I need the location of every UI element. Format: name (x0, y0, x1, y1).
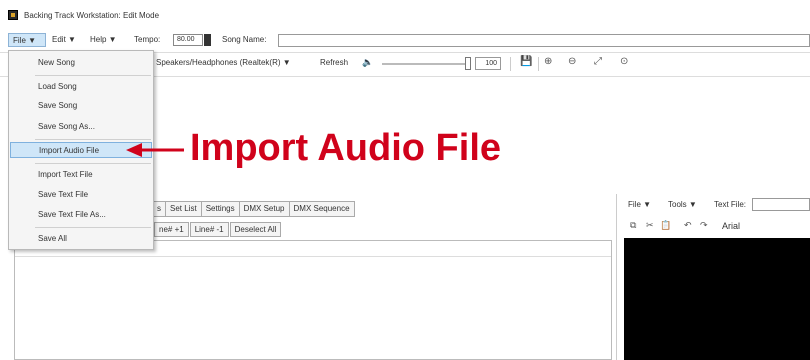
tab-set-list[interactable]: Set List (165, 201, 202, 217)
tab-bar: s Set List Settings DMX Setup DMX Sequence (152, 201, 355, 217)
font-select[interactable]: Arial (722, 221, 740, 231)
tempo-label: Tempo: (134, 35, 161, 44)
line-plus-button[interactable]: ne# +1 (154, 222, 189, 237)
text-display[interactable] (624, 238, 810, 360)
text-edit-toolbar: ⧉ ✂ 📋 ↶ ↷ Arial (622, 218, 810, 236)
title-bar: Backing Track Workstation: Edit Mode (0, 0, 810, 28)
lyrics-table[interactable]: Time Line # Text (14, 240, 612, 360)
volume-slider[interactable] (382, 63, 468, 65)
copy-format-icon[interactable]: ⧉ (630, 220, 636, 231)
menu-bar: File ▼ Edit ▼ Help ▼ Tempo: 80.00 Song N… (0, 31, 810, 49)
annotation-text: Import Audio File (190, 127, 502, 169)
divider (538, 57, 539, 71)
menu-item-new-song[interactable]: New Song (10, 55, 152, 71)
tab-partial[interactable]: s (152, 201, 166, 217)
menu-item-save-text-file-as[interactable]: Save Text File As... (10, 207, 152, 223)
menu-item-load-song[interactable]: Load Song (10, 79, 152, 95)
menu-separator (35, 163, 151, 164)
menu-separator (35, 75, 151, 76)
volume-value[interactable]: 100 (475, 57, 501, 70)
menu-separator (35, 227, 151, 228)
text-file-label: Text File: (714, 200, 747, 209)
audio-toolbar: Speakers/Headphones (Realtek(R) ▼ Refres… (150, 55, 810, 73)
audio-device-select[interactable]: Speakers/Headphones (Realtek(R) ▼ (156, 58, 291, 67)
annotation-arrow-icon (126, 143, 184, 157)
redo-icon[interactable]: ↷ (700, 220, 708, 231)
line-button-row: ne# +1 Line# -1 Deselect All (154, 222, 282, 238)
help-menu-button[interactable]: Help ▼ (86, 33, 128, 47)
zoom-in-icon[interactable]: ⊕ (544, 56, 552, 67)
speaker-icon: 🔈 (362, 57, 374, 67)
tempo-input[interactable]: 80.00 (173, 34, 203, 46)
paste-icon[interactable]: 📋 (660, 220, 671, 231)
expand-icon[interactable]: ⤢ (594, 56, 602, 67)
tab-settings[interactable]: Settings (200, 201, 240, 217)
zoom-out-icon[interactable]: ⊖ (568, 56, 576, 67)
divider (510, 57, 511, 71)
tab-dmx-sequence[interactable]: DMX Sequence (288, 201, 355, 217)
volume-slider-thumb[interactable] (465, 57, 471, 70)
menu-item-save-text-file[interactable]: Save Text File (10, 187, 152, 203)
text-tools-menu-button[interactable]: Tools ▼ (668, 200, 697, 209)
menu-item-save-all[interactable]: Save All (10, 231, 152, 247)
panel-divider[interactable] (616, 194, 617, 360)
song-name-input[interactable] (278, 34, 810, 47)
text-file-menu-button[interactable]: File ▼ (628, 200, 651, 209)
menu-item-save-song[interactable]: Save Song (10, 98, 152, 114)
file-menu-button[interactable]: File ▼ (8, 33, 46, 47)
header-divider (15, 256, 611, 257)
window-title: Backing Track Workstation: Edit Mode (24, 11, 160, 20)
song-name-label: Song Name: (222, 35, 267, 44)
menu-item-import-text-file[interactable]: Import Text File (10, 167, 152, 183)
save-icon[interactable]: 💾 (520, 56, 532, 67)
refresh-button[interactable]: Refresh (320, 58, 348, 67)
text-panel-menu: File ▼ Tools ▼ Text File: (622, 196, 810, 214)
app-icon (8, 10, 18, 20)
undo-icon[interactable]: ↶ (684, 220, 692, 231)
edit-menu-button[interactable]: Edit ▼ (48, 33, 84, 47)
menu-item-save-song-as[interactable]: Save Song As... (10, 119, 152, 135)
line-minus-button[interactable]: Line# -1 (189, 222, 229, 237)
tempo-spinner[interactable] (204, 34, 211, 46)
cut-icon[interactable]: ✂ (646, 220, 654, 231)
reset-zoom-icon[interactable]: ⊙ (620, 56, 628, 67)
tab-dmx-setup[interactable]: DMX Setup (238, 201, 290, 217)
text-file-input[interactable] (752, 198, 810, 211)
deselect-all-button[interactable]: Deselect All (229, 222, 282, 237)
